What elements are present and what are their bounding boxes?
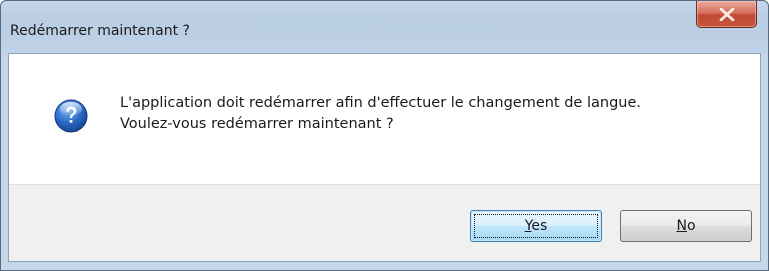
message-text-line-2: Voulez-vous redémarrer maintenant ? [120, 116, 394, 132]
no-button[interactable]: No [620, 210, 752, 242]
no-mnemonic: N [676, 218, 687, 234]
yes-label-rest: es [531, 218, 548, 234]
yes-button-label: Yes [525, 218, 548, 234]
question-icon [54, 99, 88, 133]
close-icon [719, 8, 735, 21]
yes-button[interactable]: Yes [470, 210, 602, 242]
message-area: L'application doit redémarrer afin d'eff… [9, 54, 760, 184]
message-text-line-1: L'application doit redémarrer afin d'eff… [120, 95, 641, 111]
no-button-label: No [676, 218, 695, 234]
title-bar[interactable]: Redémarrer maintenant ? [1, 1, 768, 53]
dialog-window: Redémarrer maintenant ? L'application do… [0, 0, 769, 271]
close-button[interactable] [696, 1, 757, 28]
button-bar: Yes No [9, 184, 760, 261]
no-label-rest: o [686, 218, 696, 234]
dialog-title: Redémarrer maintenant ? [10, 23, 190, 39]
dialog-client-area: L'application doit redémarrer afin d'eff… [8, 53, 761, 262]
